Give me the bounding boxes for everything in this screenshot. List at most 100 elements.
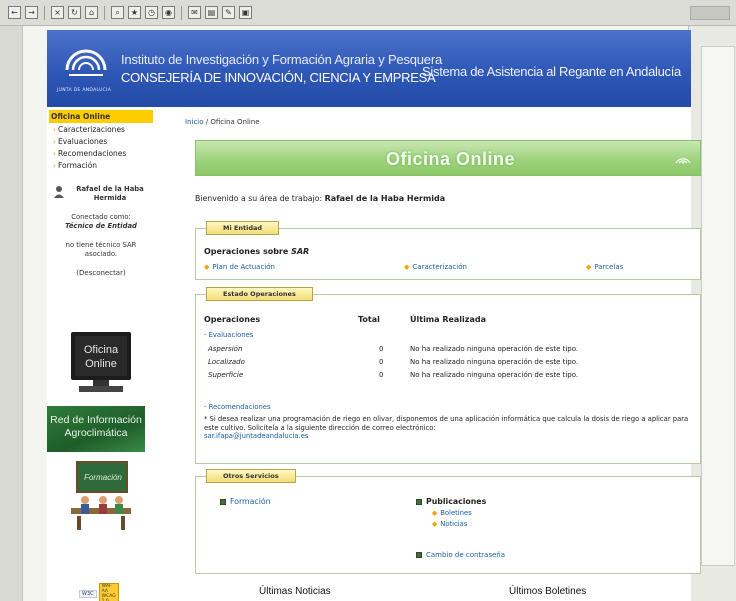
parcelas-label: Parcelas bbox=[594, 263, 624, 271]
noticias-link[interactable]: ◆ Noticias bbox=[432, 520, 467, 528]
favorites-icon[interactable]: ★ bbox=[128, 6, 141, 19]
oficina-online-promo[interactable]: Oficina Online bbox=[69, 330, 133, 396]
stop-icon[interactable]: × bbox=[51, 6, 64, 19]
mi-entidad-tab: Mi Entidad bbox=[206, 221, 280, 235]
print-icon[interactable]: ▤ bbox=[205, 6, 218, 19]
nav-item-evaluaciones[interactable]: Evaluaciones bbox=[49, 135, 153, 147]
sar-operations-title: Operaciones sobre SAR bbox=[204, 247, 309, 256]
caracterizacion-label: Caracterización bbox=[412, 263, 467, 271]
signal-arcs-icon bbox=[675, 158, 691, 164]
nav-title[interactable]: Oficina Online bbox=[49, 110, 153, 123]
sar-operations-emph: SAR bbox=[291, 247, 310, 256]
connected-as-label: Conectado como: bbox=[71, 213, 131, 221]
noticias-label: Noticias bbox=[440, 520, 468, 528]
cambio-contrasena-label: Cambio de contraseña bbox=[426, 551, 506, 559]
row-last: No ha realizado ninguna operación de est… bbox=[410, 371, 579, 379]
boletines-link[interactable]: ◆ Boletines bbox=[432, 509, 472, 517]
browser-toolbar: ← → × ↻ ⌂ ⌕ ★ ◷ ◉ ✉ ▤ ✎ ▣ bbox=[0, 0, 736, 26]
row-name: Aspersión bbox=[208, 345, 243, 353]
ultimos-boletines-heading: Últimos Boletines bbox=[509, 586, 587, 597]
main-content: Inicio / Oficina Online Oficina Online B… bbox=[175, 110, 701, 600]
nav-item-recomendaciones[interactable]: Recomendaciones bbox=[49, 147, 153, 159]
row-last: No ha realizado ninguna operación de est… bbox=[410, 358, 579, 366]
welcome-label: Bienvenido a su área de trabajo: bbox=[195, 194, 323, 203]
home-icon[interactable]: ⌂ bbox=[85, 6, 98, 19]
breadcrumb: Inicio / Oficina Online bbox=[185, 118, 685, 126]
formacion-promo-label: Formación bbox=[84, 473, 122, 482]
user-role: Técnico de Entidad bbox=[65, 222, 137, 230]
sar-operations-prefix: Operaciones sobre bbox=[204, 247, 292, 256]
estado-operaciones-box: Estado Operaciones Operaciones Total Últ… bbox=[195, 287, 701, 464]
red-informacion-promo[interactable]: Red de Información Agroclimática bbox=[47, 406, 145, 452]
logo-text: JUNTA DE ANDALUCIA bbox=[57, 88, 112, 93]
col-header-operaciones: Operaciones bbox=[204, 315, 261, 324]
cambio-contrasena-link[interactable]: Cambio de contraseña bbox=[416, 551, 505, 559]
oficina-promo-line1: Oficina bbox=[84, 344, 119, 356]
arrow-icon: ◆ bbox=[432, 509, 438, 517]
breadcrumb-home[interactable]: Inicio bbox=[185, 118, 204, 126]
bullet-square-icon bbox=[416, 552, 422, 558]
history-icon[interactable]: ◷ bbox=[145, 6, 158, 19]
consejeria-title: CONSEJERÍA DE INNOVACIÓN, CIENCIA Y EMPR… bbox=[121, 70, 436, 85]
recommendation-note: * Si desea realizar una programación de … bbox=[204, 415, 696, 441]
search-icon[interactable]: ⌕ bbox=[111, 6, 124, 19]
system-title: Sistema de Asistencia al Regante en Anda… bbox=[422, 64, 681, 79]
recomendaciones-link[interactable]: - Recomendaciones bbox=[204, 403, 271, 411]
refresh-icon[interactable]: ↻ bbox=[68, 6, 81, 19]
arrow-icon: ◆ bbox=[204, 263, 210, 271]
otros-servicios-box: Otros Servicios Formación Publicaciones … bbox=[195, 469, 701, 574]
wai-badge[interactable]: WAI-AA WCAG 1.0 bbox=[98, 583, 119, 601]
welcome-name: Rafael de la Haba Hermida bbox=[324, 194, 446, 203]
institute-title: Instituto de Investigación y Formación A… bbox=[121, 52, 442, 67]
plan-actuacion-link[interactable]: ◆ Plan de Actuación bbox=[204, 263, 275, 271]
disconnect-link[interactable]: (Desconectar) bbox=[49, 269, 153, 277]
row-last: No ha realizado ninguna operación de est… bbox=[410, 345, 579, 353]
side-pane-inner bbox=[701, 46, 735, 566]
arrow-icon: ◆ bbox=[404, 263, 410, 271]
junta-logo-icon[interactable] bbox=[63, 40, 109, 92]
mi-entidad-box: Mi Entidad Operaciones sobre SAR ◆ Plan d… bbox=[195, 221, 701, 280]
arrow-icon: ◆ bbox=[432, 520, 438, 528]
banner-title: Oficina Online bbox=[386, 149, 516, 169]
mail-icon[interactable]: ✉ bbox=[188, 6, 201, 19]
recommendation-email-link[interactable]: sar.ifapa@juntadeandalucia.es bbox=[204, 432, 308, 440]
estado-operaciones-tab: Estado Operaciones bbox=[206, 287, 313, 301]
user-box: Rafael de la Haba Hermida bbox=[49, 185, 153, 203]
row-total: 0 bbox=[379, 358, 384, 366]
user-icon bbox=[54, 186, 64, 198]
recommendation-text: * Si desea realizar una programación de … bbox=[204, 415, 689, 432]
otros-servicios-tab: Otros Servicios bbox=[206, 469, 296, 483]
nav-item-caracterizaciones[interactable]: Caracterizaciones bbox=[49, 123, 153, 135]
back-icon[interactable]: ← bbox=[8, 6, 21, 19]
ultimas-noticias-heading: Últimas Noticias bbox=[259, 586, 331, 597]
formacion-promo[interactable]: Formación bbox=[69, 460, 133, 536]
welcome-text: Bienvenido a su área de trabajo: Rafael … bbox=[195, 194, 445, 203]
toolbar-separator bbox=[104, 5, 105, 20]
plan-actuacion-label: Plan de Actuación bbox=[212, 263, 275, 271]
col-header-total: Total bbox=[358, 315, 380, 324]
site-header: JUNTA DE ANDALUCIA Instituto de Investig… bbox=[47, 30, 691, 107]
w3c-badge[interactable]: W3C bbox=[79, 590, 97, 598]
parcelas-link[interactable]: ◆ Parcelas bbox=[586, 263, 623, 271]
col-header-ultima: Última Realizada bbox=[410, 315, 486, 324]
page-content: JUNTA DE ANDALUCIA Instituto de Investig… bbox=[47, 30, 701, 601]
nav-item-formacion[interactable]: Formación bbox=[49, 159, 153, 171]
formacion-service-link[interactable]: Formación bbox=[220, 497, 271, 506]
discuss-icon[interactable]: ▣ bbox=[239, 6, 252, 19]
publicaciones-label: Publicaciones bbox=[426, 497, 487, 506]
caracterizacion-link[interactable]: ◆ Caracterización bbox=[404, 263, 467, 271]
formacion-service-label: Formación bbox=[230, 497, 271, 506]
edit-icon[interactable]: ✎ bbox=[222, 6, 235, 19]
row-name: Superficie bbox=[208, 371, 244, 379]
connected-as: Conectado como: Técnico de Entidad bbox=[49, 213, 153, 231]
row-name: Localizado bbox=[208, 358, 245, 366]
left-navigation: Oficina Online Caracterizaciones Evaluac… bbox=[47, 110, 153, 601]
bullet-square-icon bbox=[416, 499, 422, 505]
oficina-promo-line2: Online bbox=[85, 358, 117, 370]
evaluaciones-link[interactable]: - Evaluaciones bbox=[204, 331, 253, 339]
user-name: Rafael de la Haba Hermida bbox=[76, 185, 144, 202]
toolbar-separator bbox=[181, 5, 182, 20]
media-icon[interactable]: ◉ bbox=[162, 6, 175, 19]
forward-icon[interactable]: → bbox=[25, 6, 38, 19]
publicaciones-heading: Publicaciones bbox=[416, 497, 486, 506]
